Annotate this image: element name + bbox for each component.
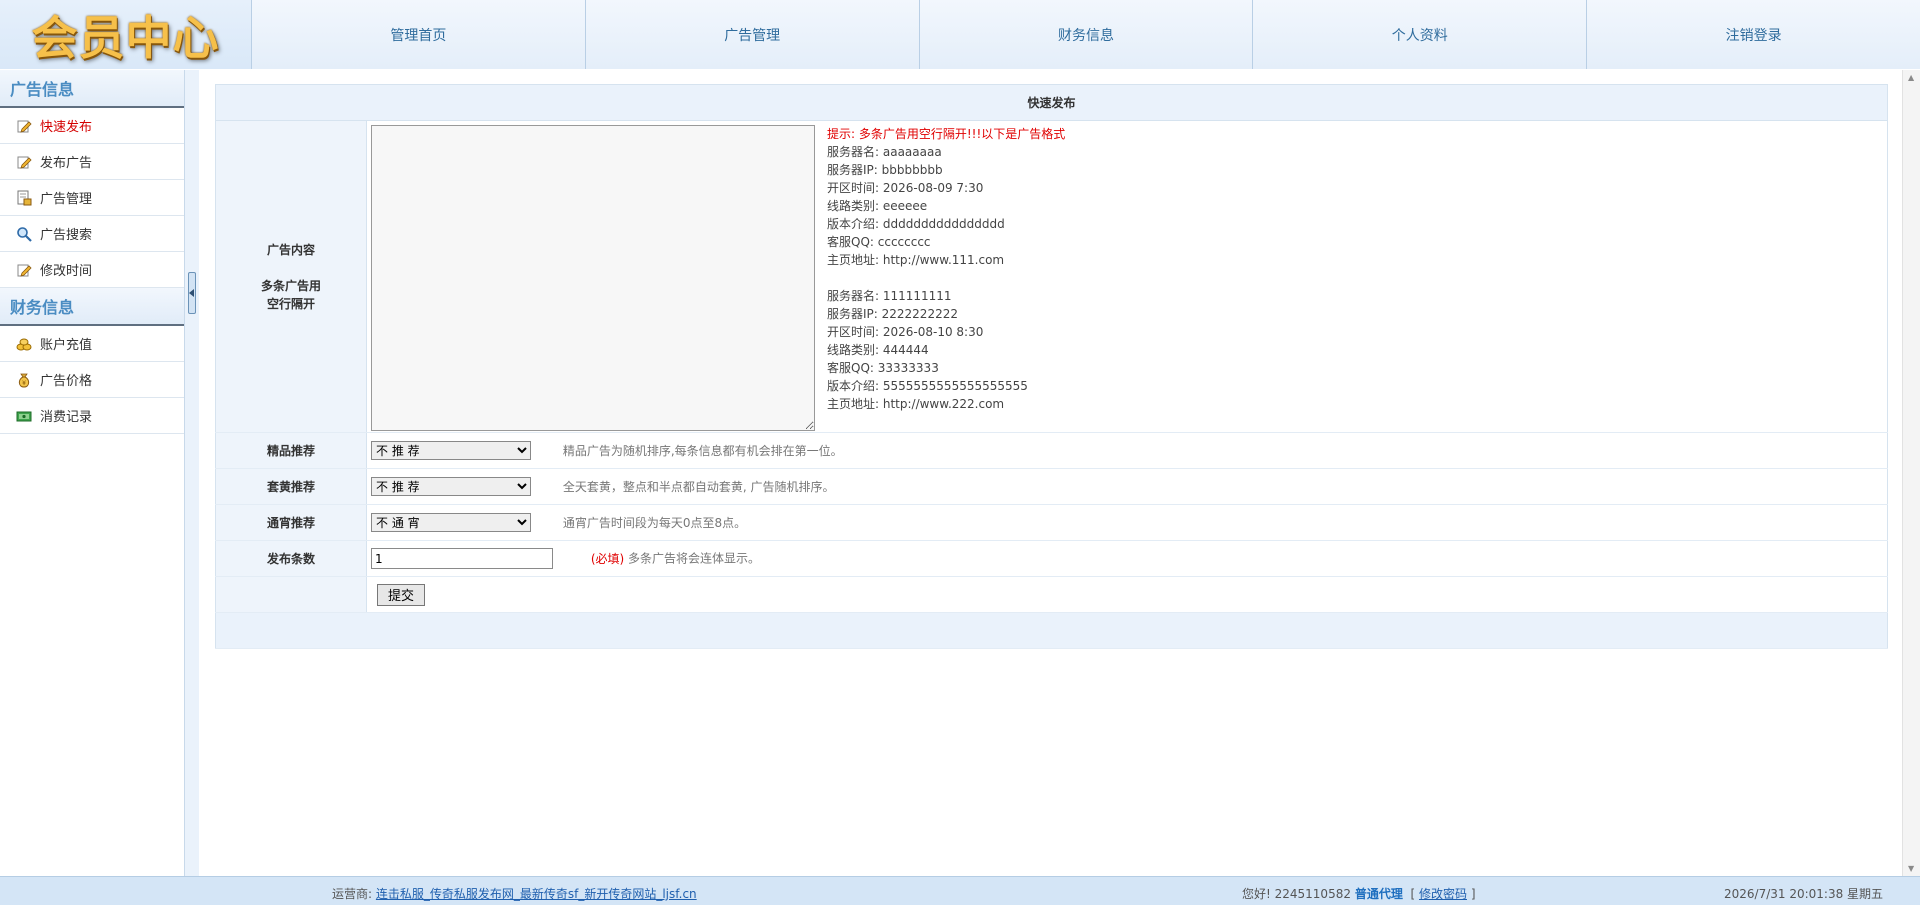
scroll-down-icon[interactable]: ▼ (1908, 864, 1914, 873)
sidebar-item-label: 发布广告 (40, 156, 93, 171)
yellow-select[interactable]: 不 推 荐 (371, 477, 531, 496)
sidebar-item-ad-management[interactable]: 广告管理 (0, 180, 184, 216)
user-info: 您好! 2245110582 普通代理 [ 修改密码 ] (1242, 885, 1476, 902)
sidebar-item-ad-search[interactable]: 广告搜索 (0, 216, 184, 252)
hint-example1-line: 主页地址: http://www.111.com (827, 253, 1005, 267)
money-bag-icon: ¥ (16, 372, 32, 388)
count-label: 发布条数 (215, 540, 367, 577)
ad-content-label-line1: 广告内容 (266, 242, 315, 257)
nav-finance[interactable]: 财务信息 (919, 0, 1254, 69)
sidebar-item-recharge[interactable]: 账户充值 (0, 326, 184, 362)
hint-warning: 提示: 多条广告用空行隔开!!!以下是广告格式 (827, 127, 1066, 141)
nav-logout[interactable]: 注销登录 (1587, 0, 1920, 69)
ad-content-label: 广告内容 多条广告用 空行隔开 (215, 120, 367, 433)
form-title: 快速发布 (215, 84, 1888, 121)
operator-label: 运营商: (332, 887, 373, 901)
form-footer (215, 612, 1888, 649)
main-content: 快速发布 广告内容 多条广告用 空行隔开 提示: 多条广告用空行隔开!!!以下是… (199, 70, 1900, 876)
sidebar: 广告信息 快速发布 发布广告 广告管理 广告搜索 修改时间 财务信息 账户充值 … (0, 70, 185, 876)
operator-info: 运营商: 连击私服_传奇私服发布网_最新传奇sf_新开传奇网站_ljsf.cn (332, 885, 697, 902)
submit-label-cell (215, 576, 367, 613)
ad-format-hint: 提示: 多条广告用空行隔开!!!以下是广告格式 服务器名: aaaaaaaa 服… (827, 125, 1065, 431)
overnight-label: 通宵推荐 (215, 504, 367, 541)
datetime: 2026/7/31 20:01:38 星期五 (1724, 887, 1884, 901)
overnight-desc: 通宵广告时间段为每天0点至8点。 (562, 515, 747, 530)
status-bar: 运营商: 连击私服_传奇私服发布网_最新传奇sf_新开传奇网站_ljsf.cn … (0, 876, 1920, 905)
bracket-open: [ (1410, 887, 1416, 901)
bracket-close: ] (1470, 887, 1476, 901)
hint-example1-line: 版本介绍: dddddddddddddddd (827, 217, 1005, 231)
overnight-select[interactable]: 不 通 宵 (371, 513, 531, 532)
edit-icon (16, 154, 32, 170)
edit-icon (16, 262, 32, 278)
ad-content-label-line2: 多条广告用 (260, 278, 321, 293)
hint-example1-line: 服务器IP: bbbbbbbb (827, 163, 943, 177)
quick-publish-form: 快速发布 广告内容 多条广告用 空行隔开 提示: 多条广告用空行隔开!!!以下是… (215, 84, 1888, 649)
hint-example2-line: 客服QQ: 33333333 (827, 361, 939, 375)
search-icon (16, 226, 32, 242)
header: 会员中心 管理首页 广告管理 财务信息 个人资料 注销登录 (0, 0, 1920, 69)
count-desc: 多条广告将会连体显示。 (628, 551, 761, 566)
sidebar-gutter (185, 70, 199, 876)
hint-example2-line: 主页地址: http://www.222.com (827, 397, 1005, 411)
greeting: 您好! 2245110582 (1242, 887, 1351, 901)
yellow-label: 套黄推荐 (215, 468, 367, 505)
scroll-up-icon[interactable]: ▲ (1908, 73, 1914, 82)
ad-content-label-line3: 空行隔开 (266, 296, 315, 311)
count-input[interactable] (371, 548, 553, 569)
coins-icon (16, 336, 32, 352)
sidebar-item-modify-time[interactable]: 修改时间 (0, 252, 184, 288)
hint-example2-line: 开区时间: 2026-08-10 8:30 (827, 325, 984, 339)
logo-text: 会员中心 (31, 10, 220, 65)
count-required: (必填) (590, 551, 625, 566)
operator-link[interactable]: 连击私服_传奇私服发布网_最新传奇sf_新开传奇网站_ljsf.cn (376, 887, 697, 901)
cash-icon (16, 408, 32, 424)
user-role: 普通代理 (1354, 887, 1403, 901)
vertical-scrollbar[interactable]: ▲ ▼ (1902, 70, 1920, 876)
hint-example2-line: 服务器IP: 2222222222 (827, 307, 958, 321)
hint-example1-line: 开区时间: 2026-08-09 7:30 (827, 181, 984, 195)
sidebar-item-label: 消费记录 (40, 410, 93, 425)
sidebar-item-label: 修改时间 (40, 264, 93, 279)
svg-text:¥: ¥ (22, 380, 26, 387)
hint-example1-line: 线路类别: eeeeee (827, 199, 928, 213)
nav-ad-management[interactable]: 广告管理 (585, 0, 920, 69)
submit-button[interactable]: 提交 (377, 583, 425, 606)
sidebar-item-publish-ad[interactable]: 发布广告 (0, 144, 184, 180)
yellow-desc: 全天套黄，整点和半点都自动套黄, 广告随机排序。 (562, 479, 835, 494)
sidebar-item-label: 广告管理 (40, 192, 93, 207)
top-nav: 管理首页 广告管理 财务信息 个人资料 注销登录 (252, 0, 1920, 69)
featured-label: 精品推荐 (215, 432, 367, 469)
sidebar-item-label: 广告价格 (40, 374, 93, 389)
logo: 会员中心 (0, 0, 252, 69)
hint-example2-line: 服务器名: 111111111 (827, 289, 952, 303)
document-lock-icon (16, 190, 32, 206)
featured-desc: 精品广告为随机排序,每条信息都有机会排在第一位。 (562, 443, 843, 458)
sidebar-section-ads: 广告信息 (0, 70, 184, 108)
sidebar-item-label: 账户充值 (40, 338, 93, 353)
sidebar-item-quick-publish[interactable]: 快速发布 (0, 108, 184, 144)
hint-example1-line: 服务器名: aaaaaaaa (827, 145, 942, 159)
sidebar-item-spending-record[interactable]: 消费记录 (0, 398, 184, 434)
nav-home[interactable]: 管理首页 (252, 0, 586, 69)
hint-example2-line: 版本介绍: 5555555555555555555 (827, 379, 1028, 393)
change-password-link[interactable]: 修改密码 (1419, 887, 1467, 901)
sidebar-collapse-handle[interactable] (188, 272, 196, 314)
hint-example1-line: 客服QQ: cccccccc (827, 235, 931, 249)
nav-profile[interactable]: 个人资料 (1253, 0, 1588, 69)
sidebar-item-label: 快速发布 (40, 120, 93, 135)
featured-select[interactable]: 不 推 荐 (371, 441, 531, 460)
hint-example2-line: 线路类别: 444444 (827, 343, 929, 357)
sidebar-item-label: 广告搜索 (40, 228, 93, 243)
ad-content-textarea[interactable] (371, 125, 815, 431)
edit-icon (16, 118, 32, 134)
chevron-left-icon (189, 289, 194, 297)
sidebar-item-ad-price[interactable]: ¥ 广告价格 (0, 362, 184, 398)
sidebar-section-finance: 财务信息 (0, 288, 184, 326)
